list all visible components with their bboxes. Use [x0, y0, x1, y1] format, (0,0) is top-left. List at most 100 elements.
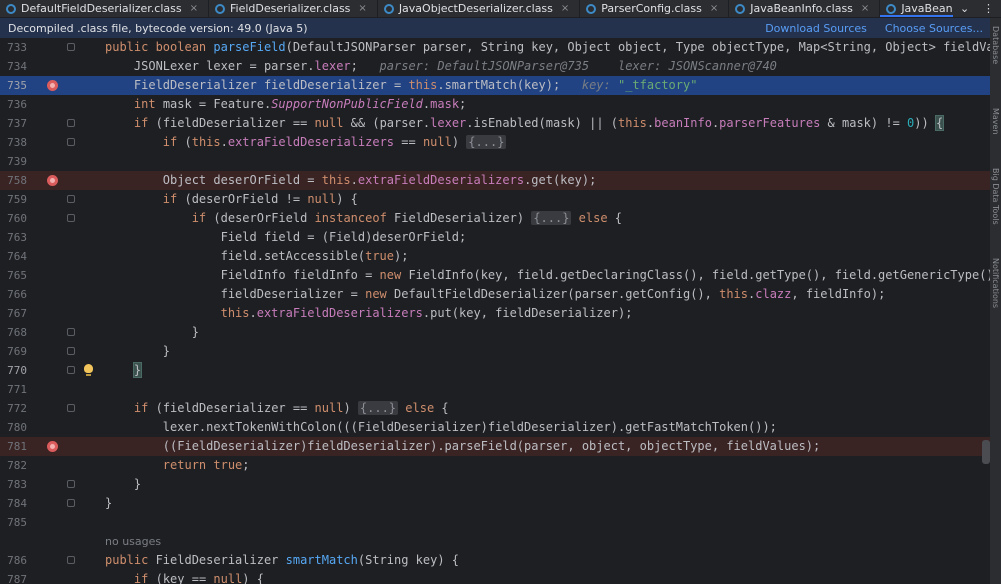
- folded-code[interactable]: {...}: [466, 135, 507, 149]
- fold-icon[interactable]: [67, 328, 75, 336]
- code-text: FieldDeserializer fieldDeserializer = th…: [105, 78, 698, 92]
- class-file-icon: [735, 3, 746, 14]
- gutter: 784: [0, 494, 75, 513]
- code-line-734: 734 JSONLexer lexer = parser.lexer; pars…: [0, 57, 990, 76]
- fold-icon[interactable]: [67, 43, 75, 51]
- gutter: 760: [0, 209, 75, 228]
- code-line-735: 735 FieldDeserializer fieldDeserializer …: [0, 76, 990, 95]
- gutter: 735: [0, 76, 74, 95]
- editor-scrollbar-thumb[interactable]: [982, 440, 990, 464]
- line-number: 735: [7, 79, 27, 92]
- fold-icon[interactable]: [67, 556, 75, 564]
- gutter: 786: [0, 551, 75, 570]
- line-number: 764: [7, 250, 27, 263]
- code-line-772: 772 if (fieldDeserializer == null) {...}…: [0, 399, 990, 418]
- gutter: 785: [0, 513, 74, 532]
- folded-code[interactable]: {...}: [531, 211, 572, 225]
- gutter: 772: [0, 399, 75, 418]
- gutter: 771: [0, 380, 74, 399]
- code-text: if (fieldDeserializer == null) {...} els…: [133, 401, 449, 415]
- code-text: lexer.nextTokenWithColon(((FieldDeserial…: [105, 420, 777, 434]
- line-number: 769: [7, 345, 27, 358]
- maven-tool-button[interactable]: Maven: [991, 108, 1000, 135]
- code-line-759: 759 if (deserOrField != null) {: [0, 190, 990, 209]
- folded-code[interactable]: {...}: [357, 401, 399, 415]
- tab-javaobjectdeserializer[interactable]: JavaObjectDeserializer.class ×: [378, 0, 581, 17]
- tab-defaultfielddeserializer[interactable]: DefaultFieldDeserializer.class ×: [0, 0, 209, 17]
- code-line-767: 767 this.extraFieldDeserializers.put(key…: [0, 304, 990, 323]
- code-editor[interactable]: 733 public boolean parseField(DefaultJSO…: [0, 38, 990, 584]
- big-data-tools-button[interactable]: Big Data Tools: [991, 168, 1000, 225]
- download-sources-link[interactable]: Download Sources: [765, 22, 867, 35]
- class-file-icon: [6, 3, 16, 14]
- class-file-icon: [886, 3, 897, 14]
- line-number: 770: [7, 364, 27, 377]
- inline-value-hint: parser: DefaultJSONParser@735: [379, 59, 590, 73]
- close-icon[interactable]: ×: [861, 3, 869, 14]
- tab-label: DefaultFieldDeserializer.class: [21, 2, 182, 15]
- close-icon[interactable]: ×: [190, 3, 198, 14]
- code-line-785: 785: [0, 513, 990, 532]
- breakpoint-icon[interactable]: [47, 175, 58, 186]
- usages-hint[interactable]: no usages: [105, 532, 161, 551]
- code-line-739: 739: [0, 152, 990, 171]
- code-line-764: 764 field.setAccessible(true);: [0, 247, 990, 266]
- fold-icon[interactable]: [67, 480, 75, 488]
- line-number: 767: [7, 307, 27, 320]
- tab-javabeaninfo[interactable]: JavaBeanInfo.class ×: [729, 0, 881, 17]
- editor-tab-bar: DefaultFieldDeserializer.class × FieldDes…: [0, 0, 1001, 18]
- usages-hint-line: no usages: [0, 532, 990, 551]
- line-number: 763: [7, 231, 27, 244]
- gutter: 759: [0, 190, 75, 209]
- close-icon[interactable]: ×: [710, 3, 718, 14]
- line-number: 782: [7, 459, 27, 472]
- lightbulb-icon[interactable]: [84, 364, 93, 376]
- breakpoint-icon[interactable]: [47, 80, 58, 91]
- inline-value-hint: key:: [581, 78, 618, 92]
- fold-icon[interactable]: [67, 499, 75, 507]
- notifications-tool-button[interactable]: Notifications: [991, 258, 1000, 308]
- line-number: 784: [7, 497, 27, 510]
- close-icon[interactable]: ×: [561, 3, 569, 14]
- line-number: 768: [7, 326, 27, 339]
- gutter: 787: [0, 570, 74, 584]
- code-text: public boolean parseField(DefaultJSONPar…: [105, 40, 990, 54]
- code-text: }: [105, 496, 113, 510]
- line-number: 765: [7, 269, 27, 282]
- close-icon[interactable]: ×: [358, 3, 366, 14]
- choose-sources-link[interactable]: Choose Sources...: [885, 22, 983, 35]
- code-line-782: 782 return true;: [0, 456, 990, 475]
- line-number: 734: [7, 60, 27, 73]
- tab-label: JavaBeanInfo.class: [750, 2, 853, 15]
- gutter: 758: [0, 171, 74, 190]
- chevron-down-icon[interactable]: ⌄: [960, 2, 969, 15]
- fold-icon[interactable]: [67, 404, 75, 412]
- tab-parserconfig[interactable]: ParserConfig.class ×: [580, 0, 730, 17]
- gutter: 739: [0, 152, 74, 171]
- code-line-760: 760 if (deserOrField instanceof FieldDes…: [0, 209, 990, 228]
- code-line-768: 768 }: [0, 323, 990, 342]
- more-vertical-icon[interactable]: ⋮: [983, 2, 994, 15]
- code-text: if (key == null) {: [133, 572, 264, 584]
- line-number: 766: [7, 288, 27, 301]
- gutter: 782: [0, 456, 74, 475]
- fold-icon[interactable]: [67, 366, 75, 374]
- tab-fielddeserializer[interactable]: FieldDeserializer.class ×: [209, 0, 378, 17]
- fold-icon[interactable]: [67, 119, 75, 127]
- inline-value-string: "_tfactory": [617, 78, 698, 92]
- line-number: 760: [7, 212, 27, 225]
- line-number: 737: [7, 117, 27, 130]
- fold-icon[interactable]: [67, 214, 75, 222]
- fold-icon[interactable]: [67, 195, 75, 203]
- fold-icon[interactable]: [67, 138, 75, 146]
- code-text: JSONLexer lexer = parser.lexer; parser: …: [105, 59, 777, 73]
- tab-label: ParserConfig.class: [601, 2, 702, 15]
- fold-icon[interactable]: [67, 347, 75, 355]
- line-number: 771: [7, 383, 27, 396]
- gutter: 733: [0, 38, 75, 57]
- database-tool-button[interactable]: Database: [991, 26, 1000, 64]
- code-line-737: 737 if (fieldDeserializer == null && (pa…: [0, 114, 990, 133]
- line-number: 786: [7, 554, 27, 567]
- code-line-733: 733 public boolean parseField(DefaultJSO…: [0, 38, 990, 57]
- breakpoint-icon[interactable]: [47, 441, 58, 452]
